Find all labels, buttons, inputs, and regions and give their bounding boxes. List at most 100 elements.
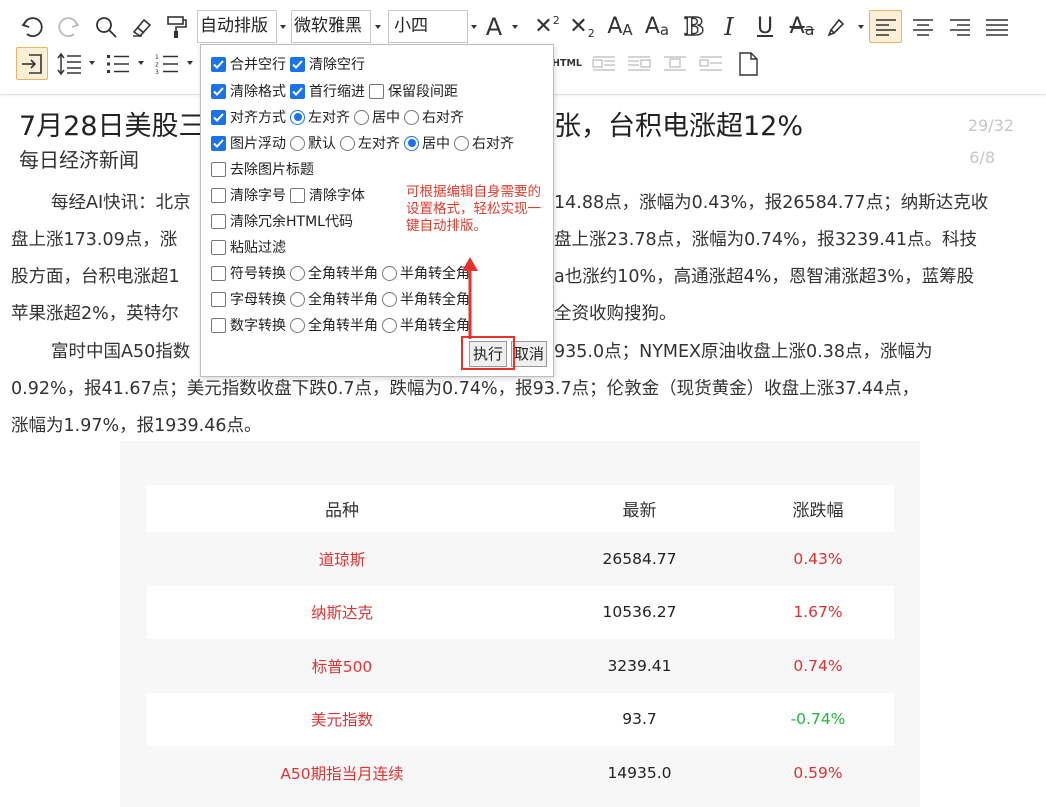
clear-font-size-checkbox[interactable]: [211, 187, 226, 203]
numbered-list-button[interactable]: 123: [152, 47, 182, 80]
annotation-arrow-icon: [462, 257, 478, 339]
autoformat-dropdown[interactable]: [278, 10, 288, 43]
enlarge-font-button[interactable]: AA: [605, 10, 635, 43]
image-float-checkbox[interactable]: [211, 135, 226, 151]
article-title: 7月28日美股三: [19, 111, 206, 142]
row-image-float: 图片浮动 默认 左对齐 居中 右对齐: [211, 133, 518, 153]
row-alignment: 对齐方式 左对齐 居中 右对齐: [211, 107, 468, 127]
font-color-button[interactable]: A: [480, 10, 508, 43]
bullet-list-button[interactable]: [103, 47, 133, 80]
eraser-button[interactable]: [127, 10, 157, 43]
format-painter-button[interactable]: [162, 10, 192, 43]
p1-line4-right: 全资收购搜狗。: [554, 304, 677, 324]
image-none-button[interactable]: [696, 47, 726, 80]
bullet-list-dropdown-icon[interactable]: [138, 61, 144, 65]
shrink-font-button[interactable]: Aa: [642, 10, 672, 43]
font-size-combo[interactable]: 小四: [388, 10, 468, 43]
align-justify-button[interactable]: [980, 10, 1013, 43]
align-right-radio[interactable]: [404, 109, 419, 125]
chevron-down-icon: [280, 24, 286, 29]
annotation-text: 可根据编辑自身需要的设置格式，轻松实现一键自动排版。: [406, 184, 541, 234]
image-float-left-icon: [592, 55, 615, 71]
float-center-radio[interactable]: [404, 135, 419, 151]
align-left-button[interactable]: [869, 10, 902, 43]
float-left-radio[interactable]: [340, 135, 355, 151]
subscript-button[interactable]: ✕ 2: [567, 10, 597, 43]
market-table-image[interactable]: 品种 最新 涨跌幅 道琼斯 26584.77 0.43% 纳斯达克 10536.…: [120, 441, 920, 807]
symbol-half-to-full-radio[interactable]: [382, 265, 397, 281]
symbol-full-to-half-radio[interactable]: [290, 265, 305, 281]
align-center-button[interactable]: [906, 10, 939, 43]
number-half-to-full-radio[interactable]: [382, 317, 397, 333]
paste-filter-checkbox[interactable]: [211, 239, 226, 255]
alignment-checkbox[interactable]: [211, 109, 226, 125]
image-right-button[interactable]: [624, 47, 654, 80]
table-row: 美元指数 93.7 -0.74%: [147, 692, 894, 746]
float-right-radio[interactable]: [454, 135, 469, 151]
image-center-icon: [664, 55, 686, 71]
search-icon: [96, 16, 117, 38]
font-family-dropdown[interactable]: [373, 10, 383, 43]
underline-button[interactable]: U: [751, 10, 779, 43]
image-center-button[interactable]: [660, 47, 690, 80]
strikethrough-button[interactable]: Aa: [786, 10, 818, 43]
clear-format-checkbox[interactable]: [211, 83, 226, 99]
font-size-dropdown[interactable]: [469, 10, 479, 43]
font-family-combo[interactable]: 微软雅黑: [291, 10, 371, 43]
table-cell-name: A50期指当月连续: [280, 764, 404, 783]
highlight-dropdown[interactable]: [856, 10, 866, 43]
html-button[interactable]: HTML: [551, 47, 583, 80]
search-button[interactable]: [92, 10, 120, 43]
float-default-radio[interactable]: [290, 135, 305, 151]
letter-half-to-full-radio[interactable]: [382, 291, 397, 307]
table-cell-change: -0.74%: [742, 692, 894, 746]
numbered-list-dropdown-icon[interactable]: [187, 61, 193, 65]
svg-text:2: 2: [155, 61, 159, 68]
new-page-button[interactable]: [733, 47, 763, 80]
table-cell-value: 14935.0: [607, 763, 672, 782]
redo-icon: [58, 16, 80, 37]
image-left-button[interactable]: [589, 47, 619, 80]
letter-convert-checkbox[interactable]: [211, 291, 226, 307]
first-line-indent-checkbox[interactable]: [290, 83, 305, 99]
superscript-button[interactable]: ✕ 2: [532, 10, 562, 43]
cancel-button[interactable]: 取消: [511, 341, 547, 367]
symbol-convert-checkbox[interactable]: [211, 265, 226, 281]
clear-redundant-html-checkbox[interactable]: [211, 213, 226, 229]
italic-button[interactable]: I: [716, 10, 742, 43]
align-center-radio[interactable]: [354, 109, 369, 125]
undo-button[interactable]: [17, 10, 49, 43]
import-button[interactable]: [16, 47, 48, 80]
font-color-dropdown[interactable]: [510, 10, 520, 43]
title-char-counter: 29/32: [967, 116, 1014, 135]
redo-button[interactable]: [52, 10, 84, 43]
checkmark-icon: [292, 59, 303, 69]
line-height-button[interactable]: [54, 47, 84, 80]
svg-text:3: 3: [155, 69, 159, 75]
clear-font-checkbox[interactable]: [290, 187, 305, 203]
checkmark-icon: [213, 112, 224, 122]
align-right-button[interactable]: [943, 10, 976, 43]
number-convert-checkbox[interactable]: [211, 317, 226, 333]
letter-full-to-half-radio[interactable]: [290, 291, 305, 307]
align-left-radio[interactable]: [290, 109, 305, 125]
line-height-icon: [57, 52, 81, 75]
highlight-button[interactable]: [822, 10, 850, 43]
line-height-dropdown-icon[interactable]: [89, 61, 95, 65]
keep-paragraph-spacing-checkbox[interactable]: [369, 83, 384, 99]
p1-line3-left: 股方面，台积电涨超1: [11, 267, 180, 287]
p1-line2-left: 盘上涨173.09点，涨: [11, 230, 178, 250]
autoformat-combo[interactable]: 自动排版: [197, 10, 277, 43]
merge-blank-lines-checkbox[interactable]: [211, 56, 226, 72]
clear-blank-lines-checkbox[interactable]: [290, 56, 305, 72]
bold-button[interactable]: B: [680, 10, 708, 43]
chevron-down-icon: [858, 24, 864, 29]
number-full-to-half-radio[interactable]: [290, 317, 305, 333]
article-source: 每日经济新闻: [19, 148, 139, 172]
source-char-counter: 6/8: [969, 148, 995, 167]
p2-line1-left: 富时中国A50指数: [51, 342, 191, 362]
checkmark-icon: [292, 86, 303, 96]
table-cell-change: 0.59%: [793, 763, 843, 782]
eraser-icon: [132, 18, 152, 37]
remove-image-title-checkbox[interactable]: [211, 161, 226, 177]
